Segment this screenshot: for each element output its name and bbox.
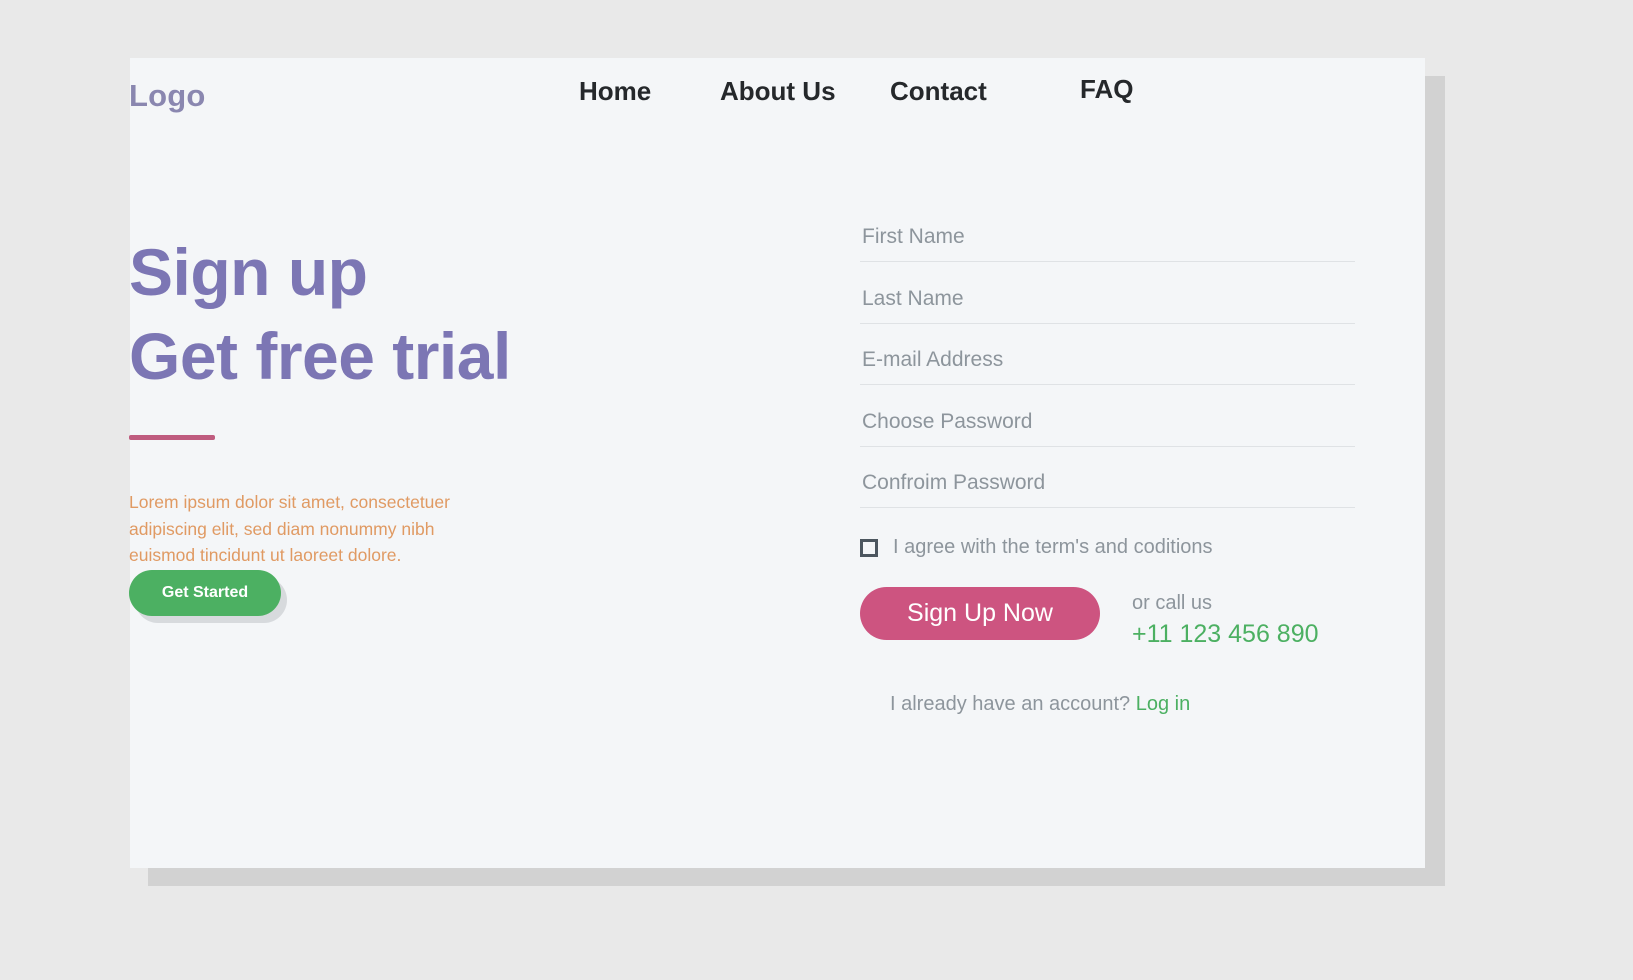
hero-title-line-2: Get free trial: [129, 319, 511, 394]
terms-checkbox[interactable]: [860, 538, 878, 557]
nav-item-contact[interactable]: Contact: [890, 76, 987, 107]
nav-item-faq[interactable]: FAQ: [1080, 74, 1133, 105]
password-input[interactable]: [860, 409, 1355, 447]
log-in-link[interactable]: Log in: [1136, 693, 1191, 715]
nav-item-home[interactable]: Home: [579, 76, 651, 107]
hero-title-line-1: Sign up: [129, 235, 368, 309]
terms-label[interactable]: I agree with the term's and coditions: [893, 536, 1213, 559]
password-field: [860, 409, 1355, 447]
get-started-button[interactable]: Get Started: [129, 570, 281, 616]
first-name-input[interactable]: [860, 225, 1355, 262]
last-name-field: [860, 286, 1355, 324]
hero-section: Sign up Get free trial Lorem ipsum dolor…: [129, 230, 689, 587]
confirm-password-field: [860, 471, 1355, 508]
login-prompt-text: I already have an account?: [890, 692, 1131, 715]
signup-form: I agree with the term's and coditions Si…: [860, 225, 1355, 716]
confirm-password-input[interactable]: [860, 471, 1355, 508]
email-input[interactable]: [860, 348, 1355, 385]
terms-row: I agree with the term's and coditions: [860, 536, 1355, 559]
hero-paragraph: Lorem ipsum dolor sit amet, consectetuer…: [129, 491, 450, 566]
sign-up-now-button[interactable]: Sign Up Now: [860, 587, 1100, 640]
nav-item-about-us[interactable]: About Us: [720, 76, 836, 107]
last-name-input[interactable]: [860, 286, 1355, 324]
main-navigation: Home About Us Contact FAQ: [0, 0, 1633, 120]
signup-cta-row: Sign Up Now or call us +11 123 456 890: [860, 587, 1355, 651]
phone-number[interactable]: +11 123 456 890: [1132, 618, 1319, 651]
get-started-button-wrapper: Get Started: [129, 570, 287, 623]
hero-accent-bar: [129, 434, 215, 440]
email-field: [860, 348, 1355, 385]
call-us-label: or call us: [1132, 592, 1213, 614]
login-prompt-row: I already have an account? Log in: [890, 693, 1355, 716]
first-name-field: [860, 225, 1355, 262]
call-us-block: or call us +11 123 456 890: [1132, 587, 1319, 651]
